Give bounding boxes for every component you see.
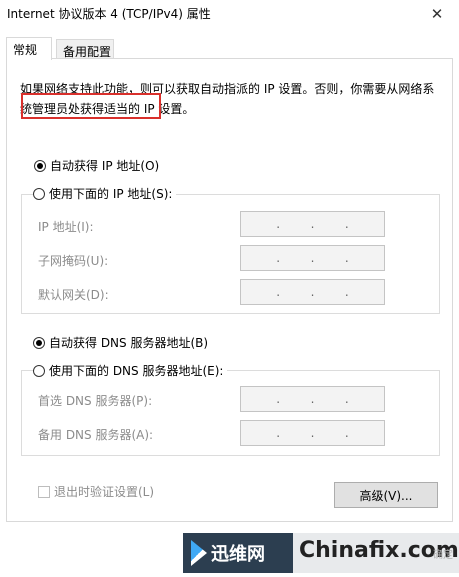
ip-address-input[interactable]: . . . xyxy=(240,211,385,237)
auto-dns-radio[interactable]: 自动获得 DNS 服务器地址(B) xyxy=(33,334,208,351)
watermark-banner: 迅维网 Chinafix.com 确定 xyxy=(183,533,459,573)
ip-dot: . xyxy=(310,392,315,406)
ip-dot: . xyxy=(310,285,315,299)
tab-general[interactable]: 常规 xyxy=(6,37,52,60)
default-gateway-input[interactable]: . . . xyxy=(240,279,385,305)
ip-dot: . xyxy=(310,217,315,231)
title-bar: Internet 协议版本 4 (TCP/IPv4) 属性 ✕ xyxy=(0,0,459,28)
ip-dot: . xyxy=(310,426,315,440)
ip-dot: . xyxy=(276,217,281,231)
validate-label: 退出时验证设置(L) xyxy=(54,485,155,499)
radio-manual-dns[interactable] xyxy=(33,364,45,377)
watermark-cn: 迅维网 xyxy=(211,544,265,565)
ok-button-partial[interactable]: 确定 xyxy=(433,546,453,561)
default-gateway-label: 默认网关(D): xyxy=(38,288,109,302)
close-button[interactable]: ✕ xyxy=(415,0,459,28)
auto-ip-radio[interactable]: 自动获得 IP 地址(O) xyxy=(34,157,159,174)
ip-address-label: IP 地址(I): xyxy=(38,220,94,234)
ip-dot: . xyxy=(276,251,281,265)
ip-dot: . xyxy=(344,392,349,406)
radio-auto-dns-selected[interactable] xyxy=(33,336,45,349)
watermark-logo: 迅维网 xyxy=(183,533,293,573)
ip-dot: . xyxy=(344,217,349,231)
tab-alternate-configuration[interactable]: 备用配置 xyxy=(56,39,114,59)
manual-ip-label: 使用下面的 IP 地址(S): xyxy=(49,187,173,201)
subnet-mask-label: 子网掩码(U): xyxy=(38,254,109,268)
auto-dns-label: 自动获得 DNS 服务器地址(B) xyxy=(49,336,209,350)
alternate-dns-label: 备用 DNS 服务器(A): xyxy=(38,428,154,442)
radio-auto-ip-selected[interactable] xyxy=(34,159,46,172)
ip-dot: . xyxy=(344,251,349,265)
alternate-dns-input[interactable]: . . . xyxy=(240,420,385,446)
tab-panel-general: 如果网络支持此功能，则可以获取自动指派的 IP 设置。否则，你需要从网络系统管理… xyxy=(6,58,453,522)
manual-dns-label: 使用下面的 DNS 服务器地址(E): xyxy=(49,364,224,378)
ip-dot: . xyxy=(344,285,349,299)
manual-dns-radio[interactable]: 使用下面的 DNS 服务器地址(E): xyxy=(33,362,228,379)
ip-dot: . xyxy=(276,285,281,299)
manual-ip-radio[interactable]: 使用下面的 IP 地址(S): xyxy=(33,185,177,202)
auto-ip-label: 自动获得 IP 地址(O) xyxy=(50,159,160,173)
window-title: Internet 协议版本 4 (TCP/IPv4) 属性 xyxy=(7,7,211,21)
ip-dot: . xyxy=(276,426,281,440)
close-icon: ✕ xyxy=(430,5,444,23)
ip-dot: . xyxy=(276,392,281,406)
checkbox-box[interactable] xyxy=(38,485,50,498)
highlight-annotation xyxy=(21,93,161,119)
preferred-dns-label: 首选 DNS 服务器(P): xyxy=(38,394,153,408)
play-arrow-icon xyxy=(191,540,207,566)
ip-dot: . xyxy=(310,251,315,265)
validate-on-exit-checkbox[interactable]: 退出时验证设置(L) xyxy=(38,483,154,500)
advanced-button[interactable]: 高级(V)... xyxy=(334,482,438,508)
preferred-dns-input[interactable]: . . . xyxy=(240,386,385,412)
ip-dot: . xyxy=(344,426,349,440)
subnet-mask-input[interactable]: . . . xyxy=(240,245,385,271)
radio-manual-ip[interactable] xyxy=(33,187,45,200)
